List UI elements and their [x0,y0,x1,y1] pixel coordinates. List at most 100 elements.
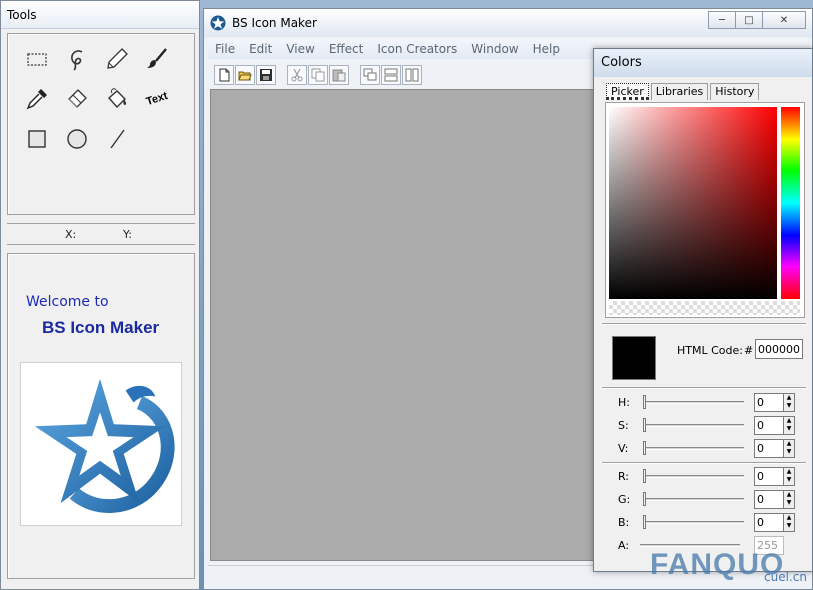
text-tool[interactable]: Text [137,79,177,119]
hash-label: # [744,344,754,357]
color-picker-panel [605,102,805,318]
coordinates-bar: X: Y: [7,223,195,245]
save-button[interactable] [256,65,276,85]
new-button[interactable] [214,65,234,85]
divider [602,462,806,464]
saturation-slider-track[interactable] [644,424,744,427]
fill-tool[interactable] [97,79,137,119]
colors-window-title: Colors [594,49,812,77]
minimize-icon: ─ [718,14,726,26]
close-button[interactable]: ✕ [762,11,806,29]
welcome-text: Welcome to [26,294,109,310]
hue-slider-thumb[interactable] [643,395,646,409]
green-slider-track[interactable] [644,498,744,501]
y-coordinate-label: Y: [123,228,132,241]
green-spinner[interactable]: ▲ ▼ [783,490,795,509]
paint-bucket-icon [108,88,127,109]
cut-button[interactable] [287,65,307,85]
blue-spinner[interactable]: ▲ ▼ [783,513,795,532]
circle-icon [67,129,87,149]
saturation-value[interactable]: 0 [754,416,784,435]
new-icon [219,68,230,82]
open-icon [238,71,252,81]
hue-value[interactable]: 0 [754,393,784,412]
tab-picker[interactable]: Picker [606,83,649,100]
red-slider-track[interactable] [644,475,744,478]
tab-history[interactable]: History [710,83,760,100]
open-button[interactable] [235,65,255,85]
paste-button[interactable] [329,65,349,85]
minimize-button[interactable]: ─ [708,11,736,29]
select-rect-tool[interactable] [17,39,57,79]
rectangle-tool[interactable] [17,119,57,159]
saturation-slider-thumb[interactable] [643,418,646,432]
cut-icon [291,68,303,82]
divider [602,387,806,389]
tile-vertical-icon [405,68,419,82]
lasso-tool[interactable] [57,39,97,79]
red-slider-thumb[interactable] [643,469,646,483]
copy-icon [311,68,325,82]
value-slider-thumb[interactable] [643,441,646,455]
blue-slider-track[interactable] [644,521,744,524]
red-spinner[interactable]: ▲ ▼ [783,467,795,486]
value-slider-row: V: 0 ▲ ▼ [618,439,798,459]
blue-slider-row: B: 0 ▲ ▼ [618,513,798,533]
red-label: R: [618,470,630,483]
menu-window[interactable]: Window [464,42,525,56]
eyedropper-tool[interactable] [17,79,57,119]
eraser-tool[interactable] [57,79,97,119]
close-icon: ✕ [779,14,789,26]
value-slider-track[interactable] [644,447,744,450]
tile-horizontal-button[interactable] [381,65,401,85]
main-titlebar: BS Icon Maker ─ □ ✕ [204,9,812,37]
line-tool[interactable] [97,119,137,159]
line-icon [110,129,125,149]
red-value[interactable]: 0 [754,467,784,486]
hue-strip[interactable] [781,107,800,299]
menu-effect[interactable]: Effect [322,42,371,56]
ellipse-tool[interactable] [57,119,97,159]
maximize-button[interactable]: □ [735,11,763,29]
watermark-subtext: cuel.cn [764,570,807,584]
pencil-tool[interactable] [97,39,137,79]
tools-window: Tools Text X: Y: Welcome to BS Icon Make… [0,0,200,590]
value-label: V: [618,442,629,455]
menu-help[interactable]: Help [526,42,567,56]
saturation-value-area[interactable] [609,107,777,299]
saturation-spinner[interactable]: ▲ ▼ [783,416,795,435]
blue-slider-thumb[interactable] [643,515,646,529]
menu-file[interactable]: File [208,42,242,56]
toolbar [214,63,433,87]
brush-tool[interactable] [137,39,177,79]
cascade-button[interactable] [360,65,380,85]
hue-spinner[interactable]: ▲ ▼ [783,393,795,412]
brush-icon [147,48,167,68]
green-slider-thumb[interactable] [643,492,646,506]
save-icon [260,69,272,81]
green-slider-row: G: 0 ▲ ▼ [618,490,798,510]
copy-button[interactable] [308,65,328,85]
alpha-slider-track[interactable] [640,544,740,547]
tile-horizontal-icon [384,68,398,82]
html-code-label: HTML Code: [677,344,743,357]
green-value[interactable]: 0 [754,490,784,509]
menu-edit[interactable]: Edit [242,42,279,56]
menu-view[interactable]: View [279,42,321,56]
red-slider-row: R: 0 ▲ ▼ [618,467,798,487]
value-value[interactable]: 0 [754,439,784,458]
hue-slider-track[interactable] [644,401,744,404]
value-spinner[interactable]: ▲ ▼ [783,439,795,458]
tab-libraries[interactable]: Libraries [650,83,709,100]
lasso-icon [71,50,83,71]
menu-icon-creators[interactable]: Icon Creators [370,42,464,56]
tile-vertical-button[interactable] [402,65,422,85]
tool-grid: Text [17,39,177,159]
eraser-icon [68,89,87,108]
alpha-strip[interactable] [609,301,800,315]
alpha-label: A: [618,539,630,552]
html-code-input[interactable] [755,339,803,359]
hue-slider-row: H: 0 ▲ ▼ [618,393,798,413]
blue-value[interactable]: 0 [754,513,784,532]
colors-tabs: Picker Libraries History [606,83,761,100]
